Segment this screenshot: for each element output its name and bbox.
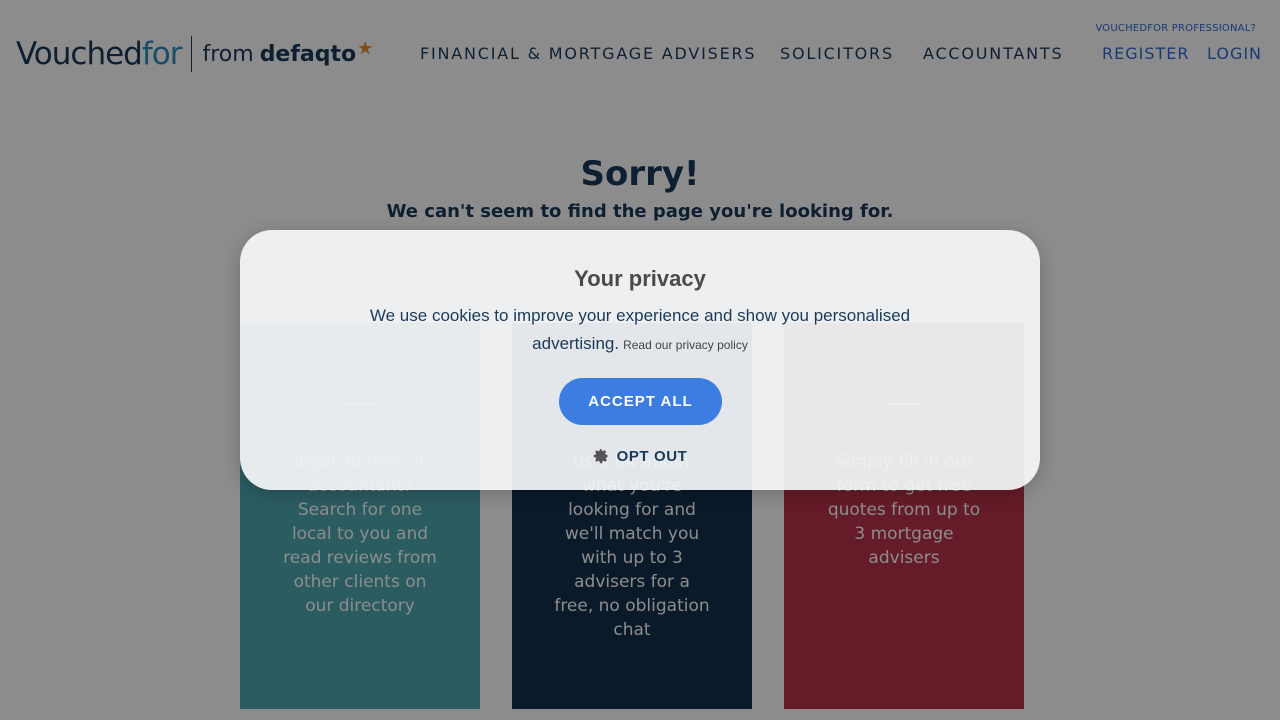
privacy-modal: Your privacy We use cookies to improve y… [240,230,1040,490]
opt-out-button[interactable]: OPT OUT [580,446,700,466]
opt-out-label: OPT OUT [616,447,688,465]
accept-all-button[interactable]: ACCEPT ALL [559,378,722,425]
page: Vouchedfor from defaqto ★ FINANCIAL & MO… [0,0,1280,720]
privacy-policy-link[interactable]: Read our privacy policy [623,338,748,352]
modal-text: We use cookies to improve your experienc… [340,302,940,359]
modal-title: Your privacy [574,266,706,291]
gear-icon [593,449,608,464]
